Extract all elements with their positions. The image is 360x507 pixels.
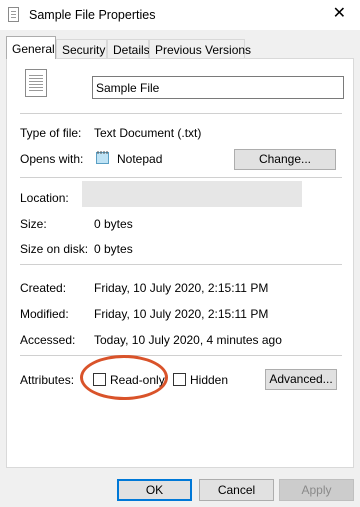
tab-previous-versions[interactable]: Previous Versions: [149, 39, 251, 58]
size-on-disk-label: Size on disk:: [20, 242, 89, 256]
created-value: Friday, 10 July 2020, 2:15:11 PM: [94, 281, 269, 295]
separator: [20, 355, 342, 356]
modified-label: Modified:: [20, 307, 69, 321]
hidden-checkbox[interactable]: [173, 373, 186, 386]
apply-button[interactable]: Apply: [279, 479, 354, 501]
change-button[interactable]: Change...: [234, 149, 336, 170]
created-label: Created:: [20, 281, 67, 295]
opens-with-value: Notepad: [117, 152, 163, 166]
location-label: Location:: [20, 191, 69, 205]
tab-security[interactable]: Security: [56, 39, 107, 58]
separator: [20, 177, 342, 178]
ok-button[interactable]: OK: [117, 479, 192, 501]
tab-general[interactable]: General: [6, 36, 56, 59]
size-value: 0 bytes: [94, 217, 133, 231]
opens-with-label: Opens with:: [20, 152, 84, 166]
notepad-icon: [96, 151, 109, 164]
size-label: Size:: [20, 217, 47, 231]
accessed-label: Accessed:: [20, 333, 76, 347]
hidden-label[interactable]: Hidden: [190, 373, 228, 387]
title-bar: Sample File Properties ✕: [0, 0, 360, 30]
document-icon: [8, 7, 19, 22]
window-title: Sample File Properties: [29, 8, 156, 22]
tab-details[interactable]: Details: [107, 39, 150, 58]
attributes-label: Attributes:: [20, 373, 75, 387]
modified-value: Friday, 10 July 2020, 2:15:11 PM: [94, 307, 269, 321]
size-on-disk-value: 0 bytes: [94, 242, 133, 256]
cancel-button[interactable]: Cancel: [199, 479, 274, 501]
accessed-value: Today, 10 July 2020, 4 minutes ago: [94, 333, 282, 347]
type-value: Text Document (.txt): [94, 126, 202, 140]
separator: [20, 264, 342, 265]
text-file-icon: [25, 69, 47, 97]
location-value-redacted: [82, 181, 302, 207]
type-label: Type of file:: [20, 126, 82, 140]
close-icon[interactable]: ✕: [333, 6, 346, 22]
file-name-input[interactable]: [92, 76, 344, 99]
general-panel: Type of file: Text Document (.txt) Opens…: [6, 58, 354, 468]
advanced-button[interactable]: Advanced...: [265, 369, 337, 390]
readonly-highlight-annotation: [80, 355, 168, 400]
separator: [20, 113, 342, 114]
